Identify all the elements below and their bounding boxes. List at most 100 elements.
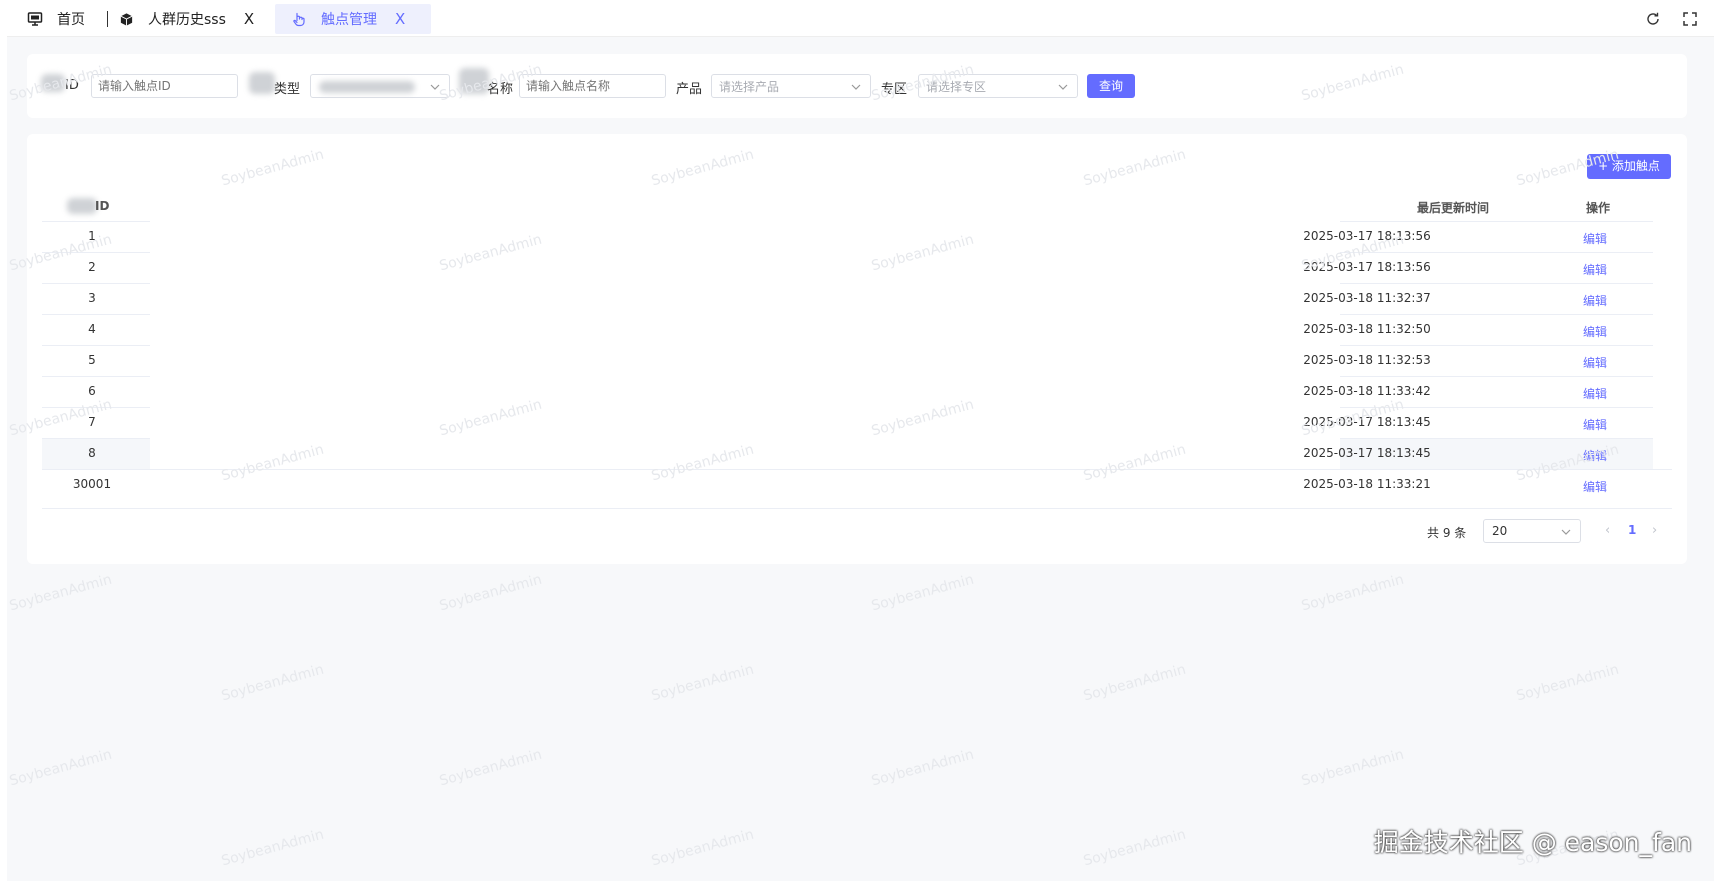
row-divider bbox=[1340, 221, 1653, 222]
watermark-text: SoybeanAdmin bbox=[1514, 661, 1621, 705]
watermark-text: SoybeanAdmin bbox=[1081, 826, 1188, 870]
hand-pointer-icon bbox=[291, 11, 307, 27]
watermark-text: SoybeanAdmin bbox=[869, 746, 976, 790]
cell-updated-time: 2025-03-17 18:13:45 bbox=[1303, 415, 1431, 429]
cell-updated-time: 2025-03-18 11:32:37 bbox=[1303, 291, 1431, 305]
close-icon[interactable]: X bbox=[244, 10, 254, 28]
id-label: ID bbox=[65, 78, 79, 93]
row-divider bbox=[1340, 252, 1653, 253]
watermark-text: SoybeanAdmin bbox=[437, 571, 544, 615]
cell-id: 30001 bbox=[72, 477, 112, 491]
edit-link[interactable]: 编辑 bbox=[1583, 447, 1607, 464]
watermark-text: SoybeanAdmin bbox=[7, 746, 114, 790]
row-divider bbox=[42, 221, 150, 222]
cell-updated-time: 2025-03-18 11:33:42 bbox=[1303, 384, 1431, 398]
monitor-icon bbox=[27, 11, 43, 27]
watermark-text: SoybeanAdmin bbox=[437, 746, 544, 790]
touchpoint-name-input[interactable] bbox=[519, 74, 666, 98]
prev-page-icon[interactable]: ‹ bbox=[1605, 523, 1610, 538]
table-bottom-border bbox=[42, 508, 1672, 509]
page-number-current[interactable]: 1 bbox=[1628, 523, 1636, 537]
edit-link[interactable]: 编辑 bbox=[1583, 261, 1607, 278]
edit-link[interactable]: 编辑 bbox=[1583, 354, 1607, 371]
next-page-icon[interactable]: › bbox=[1652, 523, 1657, 538]
edit-link[interactable]: 编辑 bbox=[1583, 385, 1607, 402]
watermark-text: SoybeanAdmin bbox=[869, 571, 976, 615]
edit-link[interactable]: 编辑 bbox=[1583, 323, 1607, 340]
cell-updated-time: 2025-03-17 18:13:56 bbox=[1303, 229, 1431, 243]
row-divider bbox=[42, 252, 150, 253]
redacted-text bbox=[41, 74, 65, 92]
row-divider bbox=[42, 283, 150, 284]
cell-updated-time: 2025-03-17 18:13:45 bbox=[1303, 446, 1431, 460]
row-divider bbox=[42, 438, 150, 439]
edit-link[interactable]: 编辑 bbox=[1583, 292, 1607, 309]
edit-link[interactable]: 编辑 bbox=[1583, 416, 1607, 433]
redacted-text bbox=[249, 72, 275, 94]
cell-updated-time: 2025-03-18 11:33:21 bbox=[1303, 477, 1431, 491]
tab-touchpoint-management[interactable]: 触点管理 X bbox=[275, 4, 431, 34]
product-label: 产品 bbox=[676, 82, 703, 97]
corner-watermark: 掘金技术社区 @ eason_fan bbox=[1373, 828, 1692, 857]
pagination-total: 共 9 条 bbox=[1427, 526, 1467, 540]
tab-crowd-history-label: 人群历史sss bbox=[148, 12, 226, 28]
tab-touchpoint-management-label: 触点管理 bbox=[321, 12, 377, 28]
watermark-text: SoybeanAdmin bbox=[7, 571, 114, 615]
cell-updated-time: 2025-03-18 11:32:50 bbox=[1303, 322, 1431, 336]
watermark-text: SoybeanAdmin bbox=[649, 826, 756, 870]
cell-id: 5 bbox=[88, 353, 96, 367]
redacted-value bbox=[319, 81, 415, 93]
cell-id: 2 bbox=[88, 260, 96, 274]
refresh-icon[interactable] bbox=[1645, 11, 1661, 27]
tab-divider bbox=[107, 11, 108, 27]
page-size-select[interactable]: 20 bbox=[1483, 519, 1581, 543]
fullscreen-icon[interactable] bbox=[1682, 11, 1698, 27]
redacted-text bbox=[459, 68, 489, 94]
row-divider bbox=[1340, 345, 1653, 346]
tab-bar: 首页 人群历史sss X 触点管理 X bbox=[7, 0, 1714, 37]
left-edge bbox=[0, 0, 7, 881]
cell-id: 8 bbox=[88, 446, 96, 460]
watermark-text: SoybeanAdmin bbox=[219, 826, 326, 870]
column-header-id: ID bbox=[95, 199, 110, 213]
product-select-placeholder: 请选择产品 bbox=[719, 80, 780, 94]
cell-updated-time: 2025-03-17 18:13:56 bbox=[1303, 260, 1431, 274]
type-select[interactable] bbox=[310, 74, 450, 98]
tab-home[interactable]: 首页 bbox=[27, 4, 85, 34]
zone-select[interactable]: 请选择专区 bbox=[918, 74, 1078, 98]
touchpoint-id-input[interactable] bbox=[91, 74, 238, 98]
watermark-text: SoybeanAdmin bbox=[219, 661, 326, 705]
name-label: 名称 bbox=[487, 82, 514, 97]
close-icon[interactable]: X bbox=[395, 10, 405, 28]
product-select[interactable]: 请选择产品 bbox=[711, 74, 871, 98]
row-divider bbox=[1340, 438, 1653, 439]
row-divider bbox=[1340, 283, 1653, 284]
row-divider bbox=[42, 314, 150, 315]
watermark-text: SoybeanAdmin bbox=[649, 661, 756, 705]
chevron-down-icon bbox=[1057, 81, 1069, 97]
touchpoint-table-panel: + 添加触点 ID 最后更新时间 操作 1 2025-03-17 18:13:56… bbox=[27, 134, 1687, 564]
row-divider bbox=[42, 345, 150, 346]
zone-select-placeholder: 请选择专区 bbox=[926, 80, 987, 94]
zone-label: 专区 bbox=[881, 82, 908, 97]
query-button[interactable]: 查询 bbox=[1087, 74, 1135, 98]
edit-link[interactable]: 编辑 bbox=[1583, 230, 1607, 247]
row-divider bbox=[42, 376, 150, 377]
filter-panel: ID 类型 名称 产品 请选择产品 专区 请选择专区 查询 bbox=[27, 54, 1687, 118]
column-header-action: 操作 bbox=[1586, 201, 1611, 215]
add-touchpoint-button[interactable]: + 添加触点 bbox=[1587, 154, 1671, 179]
type-label: 类型 bbox=[274, 82, 301, 97]
column-header-updated-time: 最后更新时间 bbox=[1417, 201, 1490, 215]
row-divider bbox=[42, 407, 150, 408]
row-divider bbox=[42, 469, 1672, 470]
row-divider bbox=[1340, 376, 1653, 377]
watermark-text: SoybeanAdmin bbox=[1081, 661, 1188, 705]
row-divider bbox=[1340, 407, 1653, 408]
edit-link[interactable]: 编辑 bbox=[1583, 478, 1607, 495]
tab-crowd-history[interactable]: 人群历史sss X bbox=[119, 4, 254, 34]
cell-id: 6 bbox=[88, 384, 96, 398]
cube-icon bbox=[119, 12, 134, 27]
cell-updated-time: 2025-03-18 11:32:53 bbox=[1303, 353, 1431, 367]
cell-id: 4 bbox=[88, 322, 96, 336]
cell-id: 1 bbox=[88, 229, 96, 243]
